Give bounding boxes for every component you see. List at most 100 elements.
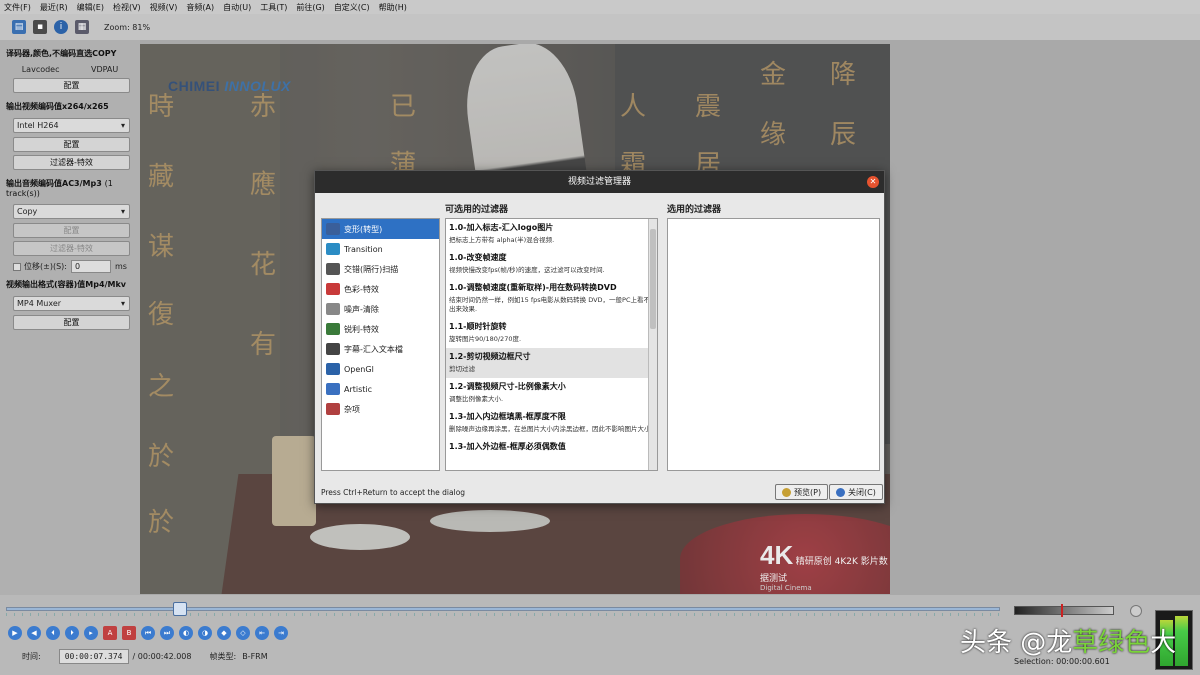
category-item[interactable]: 字幕-汇入文本檔 <box>322 339 439 359</box>
category-item[interactable]: 变形(转型) <box>322 219 439 239</box>
category-label: 交错(隔行)扫描 <box>344 264 399 274</box>
filter-item[interactable]: 1.3-加入外边框-框厚必须偶数值 <box>446 438 657 459</box>
audio-output-title-text: 输出音频编码值AC3/Mp3 <box>6 179 102 188</box>
decoder-lavcodec: Lavcodec <box>21 65 60 74</box>
category-label: 锐利-特效 <box>344 324 379 334</box>
first-frame-icon[interactable]: ⇤ <box>255 626 269 640</box>
category-item[interactable]: 噪声-清除 <box>322 299 439 319</box>
play-icon[interactable]: ▶ <box>8 626 22 640</box>
category-label: 色彩-特效 <box>344 284 379 294</box>
close-icon[interactable]: ✕ <box>867 176 879 188</box>
menu-video[interactable]: 视频(V) <box>150 2 178 13</box>
calculator-icon[interactable]: ▦ <box>75 20 89 34</box>
brand-watermark: 头条 @龙草绿色大 <box>960 622 1176 659</box>
meter-right <box>1175 616 1188 666</box>
shift-label: 位移(±)(S): <box>24 262 67 271</box>
menu-edit[interactable]: 编辑(E) <box>77 2 104 13</box>
audio-encoder-select[interactable]: Copy <box>13 204 130 219</box>
category-item[interactable]: Transition <box>322 239 439 259</box>
category-list: 变形(转型) Transition 交错(隔行)扫描 色彩-特效噪声-清除锐利-特效字… <box>321 218 440 471</box>
filter-item[interactable]: 1.0-改变帧速度 视频快慢改变fps(帧/秒)的速度，这过滤可以改变时间. <box>446 249 657 279</box>
accept-hint: Press Ctrl+Return to accept the dialog <box>321 488 466 497</box>
last-frame-icon[interactable]: ⇥ <box>274 626 288 640</box>
filter-item[interactable]: 1.1-顺时针旋转 旋转图片90/180/270度. <box>446 318 657 348</box>
rewind-icon[interactable]: ◀ <box>27 626 41 640</box>
next-keyframe-icon[interactable]: ⏭ <box>160 626 174 640</box>
filter-item[interactable]: 1.0-调整帧速度(重新取样)-用在数码转换DVD 结束时间仍然一样，例如15 f… <box>446 279 657 318</box>
filter-title: 1.3-加入外边框-框厚必须偶数值 <box>449 442 566 451</box>
category-item[interactable]: OpenGl <box>322 359 439 379</box>
volume-bar[interactable] <box>1014 606 1114 615</box>
menubar: 文件(F) 最近(R) 编辑(E) 检视(V) 视频(V) 音频(A) 自动(U… <box>0 0 1200 14</box>
frame-type-label: 帧类型: <box>209 652 237 661</box>
back-icon[interactable]: ⏴ <box>46 626 60 640</box>
filter-item[interactable]: 1.2-剪切视频边框尺寸 剪切过滤 <box>446 348 657 378</box>
category-label: Artistic <box>344 384 373 394</box>
prev-keyframe-icon[interactable]: ⏮ <box>141 626 155 640</box>
decoder-vdpau: VDPAU <box>90 65 119 74</box>
category-label: 字幕-汇入文本檔 <box>344 344 403 354</box>
forward-icon[interactable]: ⏵ <box>65 626 79 640</box>
save-icon[interactable]: ▪ <box>33 20 47 34</box>
available-filters-heading: 可选用的过滤器 <box>445 205 509 215</box>
menu-custom[interactable]: 自定义(C) <box>334 2 370 13</box>
filter-title: 1.1-顺时针旋转 <box>449 322 507 331</box>
menu-go[interactable]: 前往(G) <box>296 2 324 13</box>
filter-scrollbar[interactable] <box>648 219 657 470</box>
prev-black-icon[interactable]: ◆ <box>217 626 231 640</box>
menu-file[interactable]: 文件(F) <box>4 2 31 13</box>
time-row: 时间: 00:00:07.374 / 00:00:42.008 帧类型: B-F… <box>6 649 268 664</box>
video-filters-button[interactable]: 过滤器-特效 <box>13 155 130 170</box>
category-item[interactable]: 色彩-特效 <box>322 279 439 299</box>
format-title: 视频输出格式(容器)值Mp4/Mkv <box>6 280 126 289</box>
transform-icon <box>326 223 340 235</box>
shift-checkbox[interactable] <box>13 262 21 271</box>
selected-filters-list[interactable] <box>667 218 880 471</box>
dialog-title-bar: 视频过滤管理器 ✕ <box>315 171 884 193</box>
video-config-button[interactable]: 配置 <box>13 137 130 152</box>
menu-view[interactable]: 检视(V) <box>113 2 141 13</box>
muxer-config-button[interactable]: 配置 <box>13 315 130 330</box>
category-item[interactable]: 杂项 <box>322 399 439 419</box>
category-item[interactable]: 交错(隔行)扫描 <box>322 259 439 279</box>
category-label: 杂项 <box>344 404 360 414</box>
preview-label: 预览(P) <box>794 487 822 497</box>
seek-handle[interactable] <box>172 602 187 616</box>
filter-item[interactable]: 1.2-调整视频尺寸-比例像素大小 调整比例像素大小. <box>446 378 657 408</box>
menu-audio[interactable]: 音频(A) <box>186 2 214 13</box>
category-item[interactable]: Artistic <box>322 379 439 399</box>
info-icon[interactable]: i <box>54 20 68 34</box>
mark-a-icon[interactable]: A <box>103 626 117 640</box>
shift-row: 位移(±)(S): 0 ms <box>13 260 134 273</box>
next-black-icon[interactable]: ◇ <box>236 626 250 640</box>
menu-auto[interactable]: 自动(U) <box>223 2 251 13</box>
filter-title: 1.0-加入标志-汇入logo图片 <box>449 223 554 232</box>
dialog-title: 视频过滤管理器 <box>567 177 631 187</box>
goto-a-icon[interactable]: ◐ <box>179 626 193 640</box>
menu-recent[interactable]: 最近(R) <box>40 2 68 13</box>
video-encoder-select[interactable]: Intel H264 <box>13 118 130 133</box>
decoder-config-button[interactable]: 配置 <box>13 78 130 93</box>
seek-bar[interactable] <box>6 607 1000 611</box>
menu-help[interactable]: 帮助(H) <box>379 2 407 13</box>
menu-tools[interactable]: 工具(T) <box>260 2 287 13</box>
volume-marker[interactable] <box>1061 604 1063 617</box>
shift-input[interactable]: 0 <box>70 260 111 273</box>
preview-button[interactable]: 预览(P) <box>775 484 829 500</box>
filter-item[interactable]: 1.3-加入内边框填黑-框厚度不限 删除噪声边缘再涂黑，在总图片大小内涂黑边框，因… <box>446 408 657 438</box>
category-item[interactable]: 锐利-特效 <box>322 319 439 339</box>
fast-forward-icon[interactable]: ▸ <box>84 626 98 640</box>
open-folder-icon[interactable]: ▤ <box>12 20 26 34</box>
artistic-icon <box>326 383 340 395</box>
muxer-select[interactable]: MP4 Muxer <box>13 296 130 311</box>
audio-filters-button[interactable]: 过滤器-特效 <box>13 241 130 256</box>
decoder-row: Lavcodec VDPAU <box>6 65 134 74</box>
time-input[interactable]: 00:00:07.374 <box>58 649 129 664</box>
goto-b-icon[interactable]: ◑ <box>198 626 212 640</box>
volume-icon[interactable] <box>1130 605 1142 617</box>
filter-item[interactable]: 1.0-加入标志-汇入logo图片 把标志上方带有 alpha(半)混合视频. <box>446 219 657 249</box>
close-button[interactable]: 关闭(C) <box>829 484 883 500</box>
audio-config-button[interactable]: 配置 <box>13 223 130 238</box>
mark-b-icon[interactable]: B <box>122 626 136 640</box>
filter-scroll-thumb[interactable] <box>650 229 656 329</box>
